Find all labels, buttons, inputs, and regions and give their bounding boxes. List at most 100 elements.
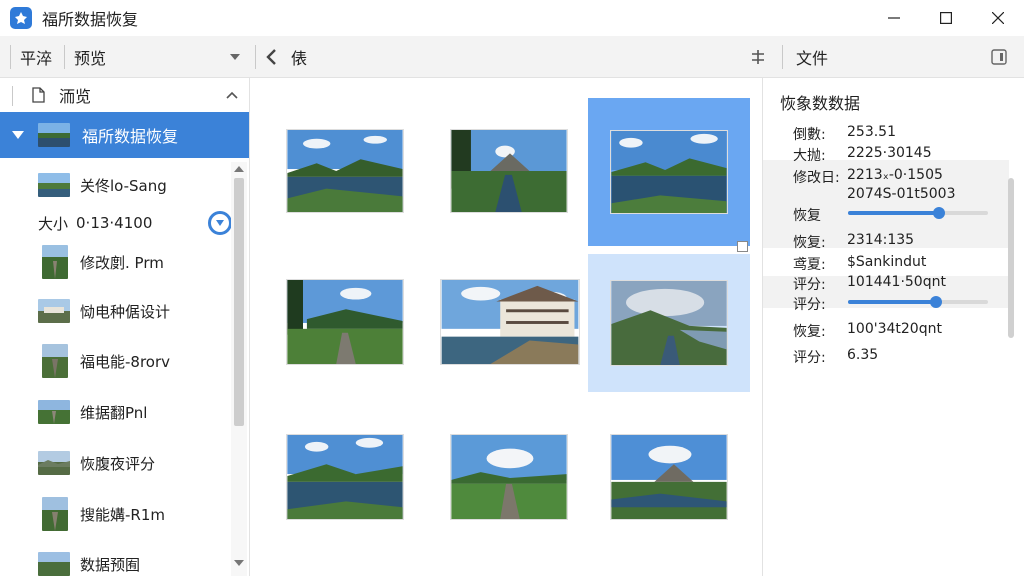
chevron-up-icon bbox=[226, 91, 238, 99]
photo-thumbnail bbox=[610, 280, 728, 366]
item-thumbnail bbox=[42, 245, 68, 279]
expand-indicator[interactable] bbox=[208, 211, 232, 235]
item-thumbnail bbox=[38, 552, 70, 576]
list-item[interactable]: 福电能-8rorv bbox=[0, 337, 230, 385]
property-value: 253.51 bbox=[847, 124, 896, 140]
pin-button[interactable] bbox=[751, 36, 765, 78]
property-value: 2225·30145 bbox=[847, 145, 932, 161]
nav-title: 俵 bbox=[291, 36, 307, 78]
property-key: 恢复: bbox=[793, 324, 826, 340]
property-row: 修改日: 2213ₓ-0·1505 bbox=[793, 167, 943, 187]
toolbar: 平淬 预览 俵 文件 bbox=[0, 36, 1024, 78]
list-item-label: 恸电种倨设计 bbox=[80, 302, 171, 321]
title-bar: 福所数据恢复 bbox=[0, 0, 1024, 36]
toolbar-left-button[interactable]: 平淬 bbox=[20, 36, 52, 78]
toolbar-divider bbox=[782, 45, 783, 69]
file-menu[interactable]: 文件 bbox=[796, 36, 828, 78]
minimize-button[interactable] bbox=[868, 0, 920, 36]
panel-title: 恢象数数据 bbox=[780, 94, 861, 113]
sidebar-item-label: 福所数据恢复 bbox=[82, 127, 179, 146]
chevron-down-icon bbox=[216, 220, 224, 226]
size-value: 0·13·4100 bbox=[76, 214, 153, 232]
property-value: 2314:135 bbox=[847, 232, 915, 248]
list-item[interactable]: 修改剫. Prm bbox=[0, 238, 230, 286]
triangle-down-icon bbox=[12, 131, 24, 139]
property-value: 100'34t20qnt bbox=[847, 321, 942, 337]
item-thumbnail bbox=[42, 497, 68, 531]
maximize-button[interactable] bbox=[920, 0, 972, 36]
slider-knob[interactable] bbox=[933, 207, 945, 219]
back-button[interactable] bbox=[266, 36, 276, 78]
item-thumbnail bbox=[38, 451, 70, 475]
item-thumbnail bbox=[38, 173, 70, 197]
photo-tile[interactable] bbox=[449, 128, 569, 214]
preview-dropdown[interactable]: 预览 bbox=[74, 36, 244, 78]
toolbar-divider bbox=[10, 45, 11, 69]
photo-thumbnail bbox=[286, 279, 404, 365]
photo-thumbnail bbox=[450, 434, 568, 520]
panel-toggle-button[interactable] bbox=[991, 36, 1007, 78]
item-thumbnail bbox=[38, 400, 70, 424]
photo-tile[interactable] bbox=[449, 433, 569, 521]
scroll-down-icon[interactable] bbox=[234, 560, 244, 566]
scroll-thumb[interactable] bbox=[234, 178, 244, 426]
scroll-up-icon[interactable] bbox=[234, 166, 244, 172]
panel-scrollbar[interactable] bbox=[1008, 178, 1014, 338]
photo-thumbnail bbox=[610, 434, 728, 520]
sidebar-header-label: 洏览 bbox=[59, 87, 92, 106]
photo-tile[interactable] bbox=[285, 278, 405, 366]
window-title: 福所数据恢复 bbox=[42, 10, 139, 29]
photo-tile-highlighted[interactable] bbox=[588, 254, 750, 392]
list-item-label: 恢腹夜评分 bbox=[80, 454, 156, 473]
chevron-left-icon bbox=[266, 49, 276, 65]
property-row: 评分: bbox=[793, 294, 847, 314]
property-row: 鸢夏: $Sankindut bbox=[793, 254, 926, 274]
sidebar: 洏览 福所数据恢复 关佟lo-Sang 大小 0·13·4100 修改剫. Pr… bbox=[0, 78, 250, 576]
property-row: 评分: 101441·50qnt bbox=[793, 274, 946, 294]
close-button[interactable] bbox=[972, 0, 1024, 36]
property-key: 大抛: bbox=[793, 148, 826, 164]
list-item-label: 关佟lo-Sang bbox=[80, 176, 167, 195]
sidebar-item-selected[interactable]: 福所数据恢复 bbox=[0, 112, 249, 158]
photo-tile[interactable] bbox=[609, 433, 729, 521]
size-row: 大小 0·13·4100 bbox=[38, 213, 152, 233]
slider-fill bbox=[848, 300, 937, 304]
list-item-label: 搜能媾-R1m bbox=[80, 505, 165, 524]
maximize-icon bbox=[940, 12, 952, 24]
list-item[interactable]: 恢腹夜评分 bbox=[0, 439, 230, 487]
thumbnail-grid bbox=[251, 78, 761, 576]
toolbar-divider bbox=[64, 45, 65, 69]
photo-tile[interactable] bbox=[285, 128, 405, 214]
list-item[interactable]: 数据预囿 bbox=[0, 540, 230, 576]
property-row: 恢复: 100'34t20qnt bbox=[793, 321, 942, 341]
recovery-slider[interactable] bbox=[848, 207, 988, 219]
expand-handle-icon[interactable] bbox=[737, 241, 748, 252]
photo-tile-selected[interactable] bbox=[588, 98, 750, 252]
property-key: 评分: bbox=[793, 297, 826, 313]
list-item[interactable]: 搜能媾-R1m bbox=[0, 490, 230, 538]
item-thumbnail bbox=[38, 123, 70, 147]
photo-tile[interactable] bbox=[285, 433, 405, 521]
list-item-label: 福电能-8rorv bbox=[80, 352, 171, 371]
slider-fill bbox=[848, 211, 939, 215]
pin-icon bbox=[752, 50, 764, 64]
sidebar-header[interactable]: 洏览 bbox=[0, 78, 249, 112]
property-row: 恢复: 2314:135 bbox=[793, 232, 914, 252]
score-slider[interactable] bbox=[848, 296, 988, 308]
property-value: 2213ₓ-0·1505 bbox=[847, 167, 943, 183]
photo-tile[interactable] bbox=[439, 278, 581, 366]
list-item[interactable]: 维据翻Pnl bbox=[0, 388, 230, 436]
minimize-icon bbox=[888, 17, 900, 19]
property-value: 6.35 bbox=[847, 347, 879, 363]
properties-panel: 恢象数数据 倒數: 253.51 大抛: 2225·30145 修改日: 2213ₓ-… bbox=[762, 78, 1024, 576]
list-item[interactable]: 关佟lo-Sang bbox=[0, 161, 230, 209]
property-key: 鸢夏: bbox=[793, 257, 826, 273]
panel-toggle-icon bbox=[991, 49, 1007, 65]
item-thumbnail bbox=[38, 299, 70, 323]
property-key: 倒數: bbox=[793, 127, 826, 143]
sidebar-divider bbox=[12, 86, 13, 106]
sidebar-scrollbar[interactable] bbox=[231, 162, 247, 576]
list-item[interactable]: 恸电种倨设计 bbox=[0, 287, 230, 335]
app-window: 福所数据恢复 平淬 预览 俵 文件 洏览 福所数据恢复 关佟lo-Sang 大小… bbox=[0, 0, 1024, 576]
toolbar-divider bbox=[255, 45, 256, 69]
